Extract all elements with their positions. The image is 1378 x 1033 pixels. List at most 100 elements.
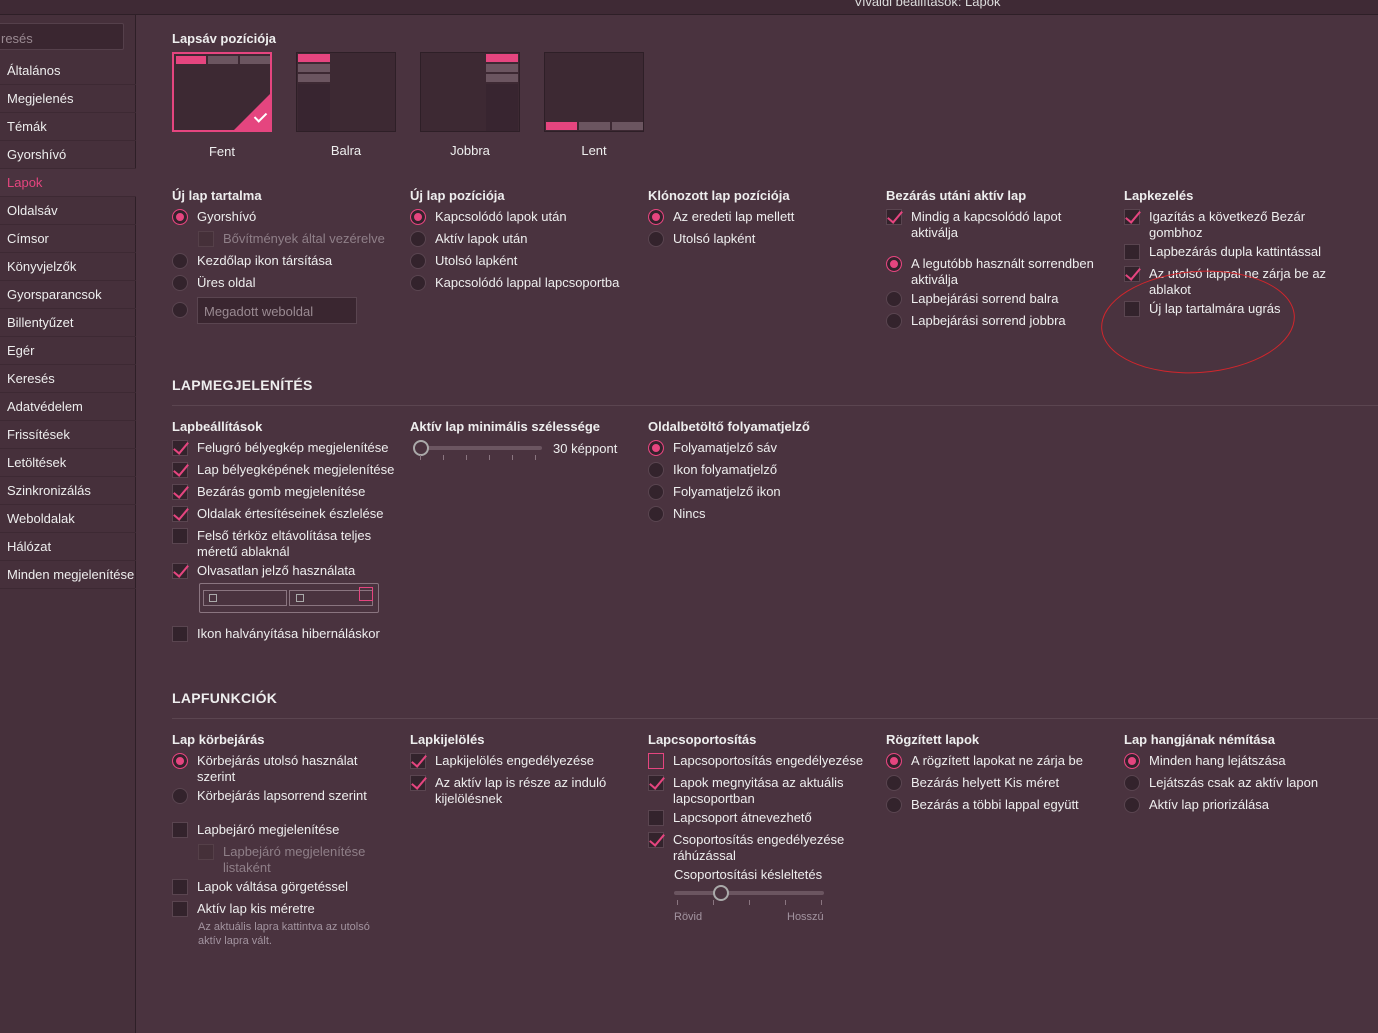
checkbox-scroll-switch[interactable]: Lapok váltása görgetéssel xyxy=(172,879,402,895)
sidebar-nav: Általános Megjelenés Témák Gyorshívó Lapok Ol… xyxy=(0,57,136,589)
unread-badge-icon xyxy=(359,587,373,601)
tab-position-heading: Lapsáv pozíciója xyxy=(172,31,277,46)
sidebar: resés Általános Megjelenés Témák Gyorshívó L… xyxy=(0,15,136,1033)
radio-icon-progress[interactable]: Ikon folyamatjelző xyxy=(648,462,878,478)
radio-cycle-order[interactable]: Körbejárás lapsorrend szerint xyxy=(172,788,402,804)
sidebar-item[interactable]: Gyorshívó xyxy=(0,141,136,169)
checkbox-dim-hibernated[interactable]: Ikon halványítása hibernáláskor xyxy=(172,626,407,642)
radio-recent-order[interactable]: A legutóbb használt sorrendben aktiválja xyxy=(886,256,1111,288)
group-delay-label: Csoportosítási késleltetés xyxy=(674,867,823,882)
sidebar-item[interactable]: Adatvédelem xyxy=(0,393,136,421)
grouping-heading: Lapcsoportosítás xyxy=(648,732,757,747)
radio-cloned-last[interactable]: Utolsó lapként xyxy=(648,231,878,247)
tab-position-right[interactable]: Jobbra xyxy=(420,52,520,158)
checkbox-popup-thumbnail[interactable]: Felugró bélyegkép megjelenítése xyxy=(172,440,407,456)
tab-position-right-label: Jobbra xyxy=(450,143,490,158)
radio-play-active-only[interactable]: Lejátszás csak az aktív lapon xyxy=(1124,775,1354,791)
settings-content: Lapsáv pozíciója Fent Balra Jobbra Lent … xyxy=(137,15,1378,1033)
radio-pinned-no-close[interactable]: A rögzített lapokat ne zárja be xyxy=(886,753,1116,769)
sidebar-item[interactable]: Megjelenés xyxy=(0,85,136,113)
checkbox-align-close-button[interactable]: Igazítás a következő Bezár gombhoz xyxy=(1124,209,1324,241)
sidebar-item[interactable]: Szinkronizálás xyxy=(0,477,136,505)
group-delay-max: Hosszú xyxy=(787,911,824,923)
sidebar-item[interactable]: Egér xyxy=(0,337,136,365)
sidebar-item[interactable]: Frissítések xyxy=(0,421,136,449)
sidebar-item[interactable]: Lapok xyxy=(0,169,136,197)
radio-progress-icon[interactable]: Folyamatjelző ikon xyxy=(648,484,878,500)
checkbox-active-in-selection[interactable]: Az aktív lap is része az induló kijelölé… xyxy=(410,775,625,807)
radio-pinned-close-all[interactable]: Bezárás a többi lappal együtt xyxy=(886,797,1116,813)
checkbox-rename-group[interactable]: Lapcsoport átnevezhető xyxy=(648,810,878,826)
sidebar-item[interactable]: Könyvjelzők xyxy=(0,253,136,281)
radio-prioritize-active[interactable]: Aktív lap priorizálása xyxy=(1124,797,1354,813)
tab-position-bottom[interactable]: Lent xyxy=(544,52,644,158)
radio-after-related[interactable]: Kapcsolódó lapok után xyxy=(410,209,640,225)
tab-display-section-title: LAPMEGJELENÍTÉS xyxy=(172,377,313,393)
progress-heading: Oldalbetöltő folyamatjelző xyxy=(648,419,810,434)
radio-play-all[interactable]: Minden hang lejátszása xyxy=(1124,753,1354,769)
checkbox-minimize-active[interactable]: Aktív lap kis méretre xyxy=(172,901,402,917)
search-input[interactable]: resés xyxy=(0,23,124,50)
checkbox-remove-top-spacing[interactable]: Felső térköz eltávolítása teljes méretű … xyxy=(172,528,382,560)
custom-page-input[interactable]: Megadott weboldal xyxy=(197,297,357,324)
radio-as-last[interactable]: Utolsó lapként xyxy=(410,253,640,269)
title-bar: Vivaldi beállítások: Lapok xyxy=(0,0,1378,15)
radio-next-to-original[interactable]: Az eredeti lap mellett xyxy=(648,209,878,225)
tab-position-bottom-label: Lent xyxy=(581,143,607,158)
checkbox-drag-grouping[interactable]: Csoportosítás engedélyezése ráhúzással xyxy=(648,832,853,864)
minimize-active-hint: Az aktuális lapra kattintva az utolsó ak… xyxy=(198,921,370,947)
sidebar-item[interactable]: Minden megjelenítése xyxy=(0,561,136,589)
sidebar-item[interactable]: Oldalsáv xyxy=(0,197,136,225)
group-delay-slider-knob[interactable] xyxy=(713,885,730,901)
checkbox-unread-indicator[interactable]: Olvasatlan jelző használata xyxy=(172,563,407,579)
radio-blank-page[interactable]: Üres oldal xyxy=(172,275,402,291)
checkbox-notifications[interactable]: Oldalak értesítéseinek észlelése xyxy=(172,506,407,522)
checkbox-close-button[interactable]: Bezárás gomb megjelenítése xyxy=(172,484,407,500)
checkbox-keep-window[interactable]: Az utolsó lappal ne zárja be az ablakot xyxy=(1124,266,1344,298)
checkbox-always-related[interactable]: Mindig a kapcsolódó lapot aktiválja xyxy=(886,209,1111,241)
checkbox-open-in-group[interactable]: Lapok megnyitása az aktuális lapcsoportb… xyxy=(648,775,853,807)
sidebar-item[interactable]: Gyorsparancsok xyxy=(0,281,136,309)
checkbox-show-cycler[interactable]: Lapbejáró megjelenítése xyxy=(172,822,402,838)
new-tab-content-heading: Új lap tartalma xyxy=(172,188,262,203)
checkbox-double-click-close[interactable]: Lapbezárás dupla kattintással xyxy=(1124,244,1344,260)
after-close-heading: Bezárás utáni aktív lap xyxy=(886,188,1027,203)
tab-position-top[interactable]: Fent xyxy=(172,52,272,159)
tab-position-top-label: Fent xyxy=(208,144,235,159)
group-delay-slider[interactable] xyxy=(674,891,824,895)
radio-homepage[interactable]: Kezdőlap ikon társítása xyxy=(172,253,402,269)
checkbox-enable-selection[interactable]: Lapkijelölés engedélyezése xyxy=(410,753,640,769)
sidebar-item[interactable]: Letöltések xyxy=(0,449,136,477)
radio-progress-bar[interactable]: Folyamatjelző sáv xyxy=(648,440,878,456)
radio-cycle-recent[interactable]: Körbejárás utolsó használat szerint xyxy=(172,753,377,785)
sidebar-item[interactable]: Címsor xyxy=(0,225,136,253)
radio-on[interactable] xyxy=(172,209,188,225)
sidebar-item[interactable]: Témák xyxy=(0,113,136,141)
checkbox-tab-thumbnail[interactable]: Lap bélyegképének megjelenítése xyxy=(172,462,407,478)
radio-related-group[interactable]: Kapcsolódó lappal lapcsoportba xyxy=(410,275,640,291)
sidebar-item[interactable]: Keresés xyxy=(0,365,136,393)
sidebar-item[interactable]: Általános xyxy=(0,57,136,85)
radio-cycle-left[interactable]: Lapbejárási sorrend balra xyxy=(886,291,1111,307)
min-width-heading: Aktív lap minimális szélessége xyxy=(410,419,601,434)
checkbox-cycler-list[interactable]: Lapbejáró megjelenítése listaként xyxy=(198,844,398,876)
radio-after-active[interactable]: Aktív lapok után xyxy=(410,231,640,247)
sidebar-item[interactable]: Hálózat xyxy=(0,533,136,561)
radio-cycle-right[interactable]: Lapbejárási sorrend jobbra xyxy=(886,313,1111,329)
min-width-slider[interactable] xyxy=(415,446,542,450)
checkbox-extension-controlled[interactable]: Bővítmények által vezérelve xyxy=(198,231,408,247)
checkbox-enable-grouping[interactable]: Lapcsoportosítás engedélyezése xyxy=(648,753,878,769)
min-width-slider-knob[interactable] xyxy=(413,440,429,456)
radio-none[interactable]: Nincs xyxy=(648,506,878,522)
selection-heading: Lapkijelölés xyxy=(410,732,485,747)
divider xyxy=(172,718,1378,719)
sidebar-item[interactable]: Weboldalak xyxy=(0,505,136,533)
window-title: Vivaldi beállítások: Lapok xyxy=(854,0,1001,9)
checkbox-jump-new-tab[interactable]: Új lap tartalmára ugrás xyxy=(1124,301,1344,317)
radio-speed-dial[interactable]: Gyorshívó xyxy=(172,209,402,225)
sidebar-item[interactable]: Billentyűzet xyxy=(0,309,136,337)
divider xyxy=(172,405,1378,406)
min-width-value: 30 képpont xyxy=(553,441,618,456)
tab-position-left[interactable]: Balra xyxy=(296,52,396,158)
radio-pinned-minimize[interactable]: Bezárás helyett Kis méret xyxy=(886,775,1116,791)
